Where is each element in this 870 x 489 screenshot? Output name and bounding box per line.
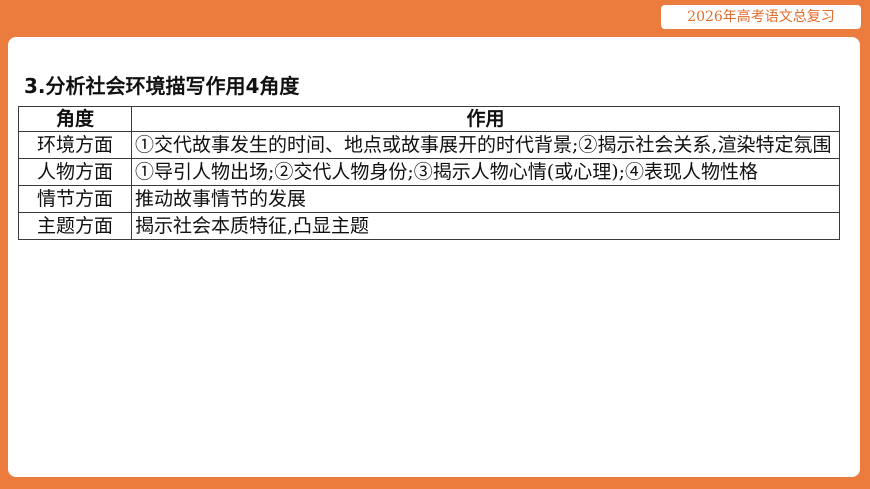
table-header-row: 角度 作用 [18,106,840,132]
content-panel [8,37,860,477]
role-cell: 揭示社会本质特征,凸显主题 [131,212,840,240]
table-row: 情节方面 推动故事情节的发展 [18,185,840,213]
aspect-cell: 环境方面 [18,131,132,159]
aspect-cell: 情节方面 [18,185,132,213]
function-table: 角度 作用 环境方面 ①交代故事发生的时间、地点或故事展开的时代背景;②揭示社会… [18,106,840,240]
role-cell: ①导引人物出场;②交代人物身份;③揭示人物心情(或心理);④表现人物性格 [131,158,840,186]
header-aspect: 角度 [18,106,132,132]
aspect-cell: 人物方面 [18,158,132,186]
table-row: 人物方面 ①导引人物出场;②交代人物身份;③揭示人物心情(或心理);④表现人物性… [18,158,840,186]
role-cell: ①交代故事发生的时间、地点或故事展开的时代背景;②揭示社会关系,渲染特定氛围 [131,131,840,159]
header-role: 作用 [131,106,840,132]
table-row: 环境方面 ①交代故事发生的时间、地点或故事展开的时代背景;②揭示社会关系,渲染特… [18,131,840,159]
aspect-cell: 主题方面 [18,212,132,240]
table-row: 主题方面 揭示社会本质特征,凸显主题 [18,212,840,240]
section-title: 3.分析社会环境描写作用4角度 [24,74,300,98]
course-badge: 2026年高考语文总复习 [661,5,861,29]
role-cell: 推动故事情节的发展 [131,185,840,213]
